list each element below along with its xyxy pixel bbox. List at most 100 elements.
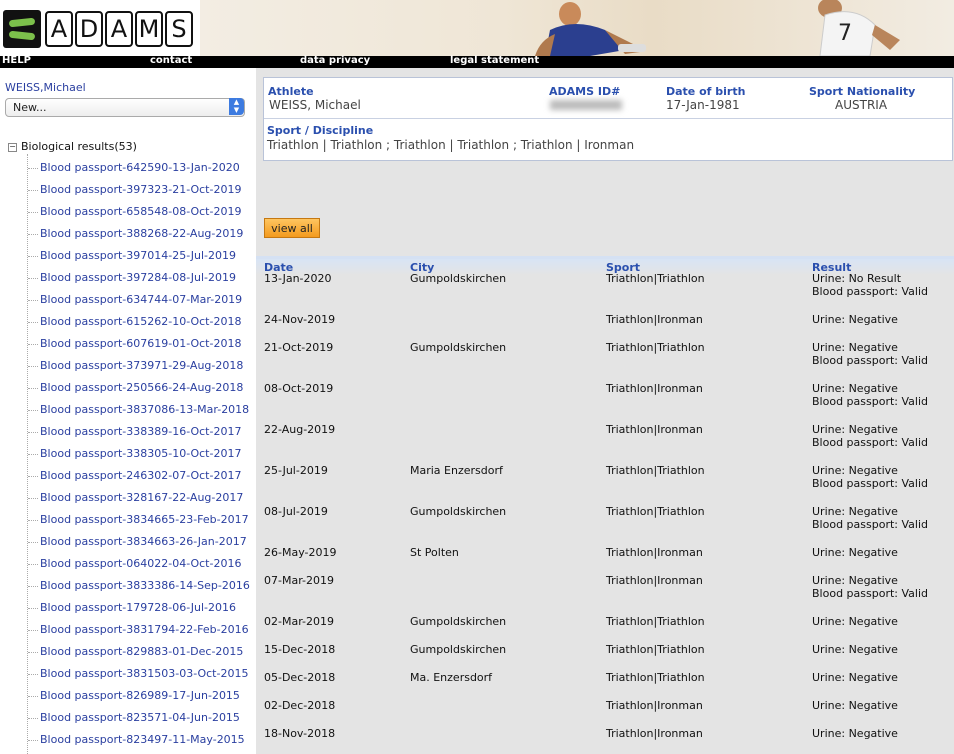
blood-passport-link[interactable]: Blood passport-3831794-22-Feb-2016 xyxy=(40,622,249,638)
athlete-figure-image xyxy=(535,2,646,56)
blood-passport-link[interactable]: Blood passport-823497-11-May-2015 xyxy=(40,732,245,748)
athlete-info-row: Athlete WEISS, Michael ADAMS ID# Date of… xyxy=(264,78,952,119)
nationality-value: AUSTRIA xyxy=(835,98,888,112)
blood-passport-link[interactable]: Blood passport-829883-01-Dec-2015 xyxy=(40,644,243,660)
tree-root-label: Biological results(53) xyxy=(21,140,137,153)
cell-result: Urine: Negative xyxy=(812,671,898,684)
cell-result: Blood passport: Valid xyxy=(812,518,928,531)
main-panel: Athlete WEISS, Michael ADAMS ID# Date of… xyxy=(256,68,954,754)
cell-sport: Triathlon|Triathlon xyxy=(606,671,705,684)
cell-result: Blood passport: Valid xyxy=(812,587,928,600)
cell-date: 21-Oct-2019 xyxy=(264,341,334,354)
cell-result: Urine: Negative xyxy=(812,423,898,436)
dob-value: 17-Jan-1981 xyxy=(666,98,740,112)
cell-result: Urine: Negative xyxy=(812,615,898,628)
nav-contact[interactable]: contact xyxy=(150,55,192,66)
cell-date: 24-Nov-2019 xyxy=(264,313,336,326)
blood-passport-link[interactable]: Blood passport-064022-04-Oct-2016 xyxy=(40,556,241,572)
cell-date: 02-Dec-2018 xyxy=(264,699,336,712)
svg-text:7: 7 xyxy=(838,21,852,46)
blood-passport-link[interactable]: Blood passport-823571-04-Jun-2015 xyxy=(40,710,240,726)
blood-passport-link[interactable]: Blood passport-246302-07-Oct-2017 xyxy=(40,468,241,484)
cell-city: St Polten xyxy=(410,546,459,559)
logo-letter: A xyxy=(105,11,133,47)
blood-passport-link[interactable]: Blood passport-642590-13-Jan-2020 xyxy=(40,160,240,176)
cell-date: 13-Jan-2020 xyxy=(264,272,332,285)
blood-passport-link[interactable]: Blood passport-3833386-14-Sep-2016 xyxy=(40,578,250,594)
cell-result: Urine: Negative xyxy=(812,382,898,395)
cell-city: Gumpoldskirchen xyxy=(410,272,507,285)
nav-help[interactable]: HELP xyxy=(2,55,31,66)
new-select[interactable]: New... ▲ ▼ xyxy=(5,98,245,117)
cell-result: Urine: Negative xyxy=(812,699,898,712)
cell-date: 18-Nov-2018 xyxy=(264,727,336,740)
new-select-value: New... xyxy=(13,101,47,114)
cell-sport: Triathlon|Triathlon xyxy=(606,615,705,628)
discipline-value: Triathlon | Triathlon ; Triathlon | Tria… xyxy=(267,138,635,152)
blood-passport-link[interactable]: Blood passport-3834663-26-Jan-2017 xyxy=(40,534,247,550)
blood-passport-link[interactable]: Blood passport-658548-08-Oct-2019 xyxy=(40,204,241,220)
blood-passport-link[interactable]: Blood passport-3831503-03-Oct-2015 xyxy=(40,666,248,682)
cell-city: Gumpoldskirchen xyxy=(410,643,507,656)
blood-passport-link[interactable]: Blood passport-328167-22-Aug-2017 xyxy=(40,490,243,506)
blood-passport-link[interactable]: Blood passport-615262-10-Oct-2018 xyxy=(40,314,241,330)
cell-sport: Triathlon|Ironman xyxy=(606,423,703,436)
cell-city: Gumpoldskirchen xyxy=(410,615,507,628)
adams-id-redacted xyxy=(550,100,622,110)
cell-result: Blood passport: Valid xyxy=(812,395,928,408)
collapse-minus-icon[interactable]: − xyxy=(8,143,17,152)
logo-letter: S xyxy=(165,11,193,47)
cell-sport: Triathlon|Ironman xyxy=(606,382,703,395)
athlete-info-box: Athlete WEISS, Michael ADAMS ID# Date of… xyxy=(263,77,953,161)
cell-date: 08-Jul-2019 xyxy=(264,505,328,518)
cell-date: 02-Mar-2019 xyxy=(264,615,334,628)
cell-result: Urine: Negative xyxy=(812,341,898,354)
cell-result: Blood passport: Valid xyxy=(812,436,928,449)
cell-result: Urine: Negative xyxy=(812,574,898,587)
blood-passport-link[interactable]: Blood passport-634744-07-Mar-2019 xyxy=(40,292,242,308)
athlete-figure-image: 7 xyxy=(818,0,900,56)
cell-sport: Triathlon|Triathlon xyxy=(606,341,705,354)
adams-logo[interactable]: A D A M S xyxy=(3,6,198,52)
cell-date: 25-Jul-2019 xyxy=(264,464,328,477)
blood-passport-link[interactable]: Blood passport-397014-25-Jul-2019 xyxy=(40,248,236,264)
cell-result: Blood passport: Valid xyxy=(812,285,928,298)
view-all-button[interactable]: view all xyxy=(264,218,320,238)
athlete-link[interactable]: WEISS,Michael xyxy=(5,81,86,94)
blood-passport-link[interactable]: Blood passport-397323-21-Oct-2019 xyxy=(40,182,241,198)
cell-sport: Triathlon|Ironman xyxy=(606,727,703,740)
tree-root-biological-results[interactable]: − Biological results(53) xyxy=(8,140,137,153)
blood-passport-link[interactable]: Blood passport-388268-22-Aug-2019 xyxy=(40,226,243,242)
logo-letter: M xyxy=(135,11,163,47)
logo-letter: D xyxy=(75,11,103,47)
cell-result: Urine: Negative xyxy=(812,505,898,518)
blood-passport-link[interactable]: Blood passport-3837086-13-Mar-2018 xyxy=(40,402,249,418)
blood-passport-link[interactable]: Blood passport-338305-10-Oct-2017 xyxy=(40,446,241,462)
cell-date: 26-May-2019 xyxy=(264,546,337,559)
blood-passport-link[interactable]: Blood passport-3834665-23-Feb-2017 xyxy=(40,512,249,528)
athlete-value: WEISS, Michael xyxy=(269,98,361,112)
nav-legal-statement[interactable]: legal statement xyxy=(450,55,539,66)
cell-city: Gumpoldskirchen xyxy=(410,505,507,518)
blood-passport-link[interactable]: Blood passport-607619-01-Oct-2018 xyxy=(40,336,241,352)
cell-city: Maria Enzersdorf xyxy=(410,464,503,477)
cell-result: Blood passport: Valid xyxy=(812,477,928,490)
blood-passport-link[interactable]: Blood passport-338389-16-Oct-2017 xyxy=(40,424,241,440)
adams-id-label: ADAMS ID# xyxy=(549,85,621,98)
cell-result: Urine: Negative xyxy=(812,464,898,477)
blood-passport-link[interactable]: Blood passport-397284-08-Jul-2019 xyxy=(40,270,236,286)
cell-date: 15-Dec-2018 xyxy=(264,643,336,656)
blood-passport-link[interactable]: Blood passport-179728-06-Jul-2016 xyxy=(40,600,236,616)
cell-result: Urine: Negative xyxy=(812,727,898,740)
nav-data-privacy[interactable]: data privacy xyxy=(300,55,370,66)
blood-passport-link[interactable]: Blood passport-250566-24-Aug-2018 xyxy=(40,380,243,396)
nationality-label: Sport Nationality xyxy=(809,85,916,98)
cell-sport: Triathlon|Triathlon xyxy=(606,643,705,656)
blood-passport-link[interactable]: Blood passport-373971-29-Aug-2018 xyxy=(40,358,243,374)
cell-sport: Triathlon|Triathlon xyxy=(606,272,705,285)
blood-passport-link[interactable]: Blood passport-826989-17-Jun-2015 xyxy=(40,688,240,704)
cell-sport: Triathlon|Triathlon xyxy=(606,505,705,518)
dob-label: Date of birth xyxy=(666,85,746,98)
cell-city: Ma. Enzersdorf xyxy=(410,671,493,684)
cell-date: 07-Mar-2019 xyxy=(264,574,334,587)
